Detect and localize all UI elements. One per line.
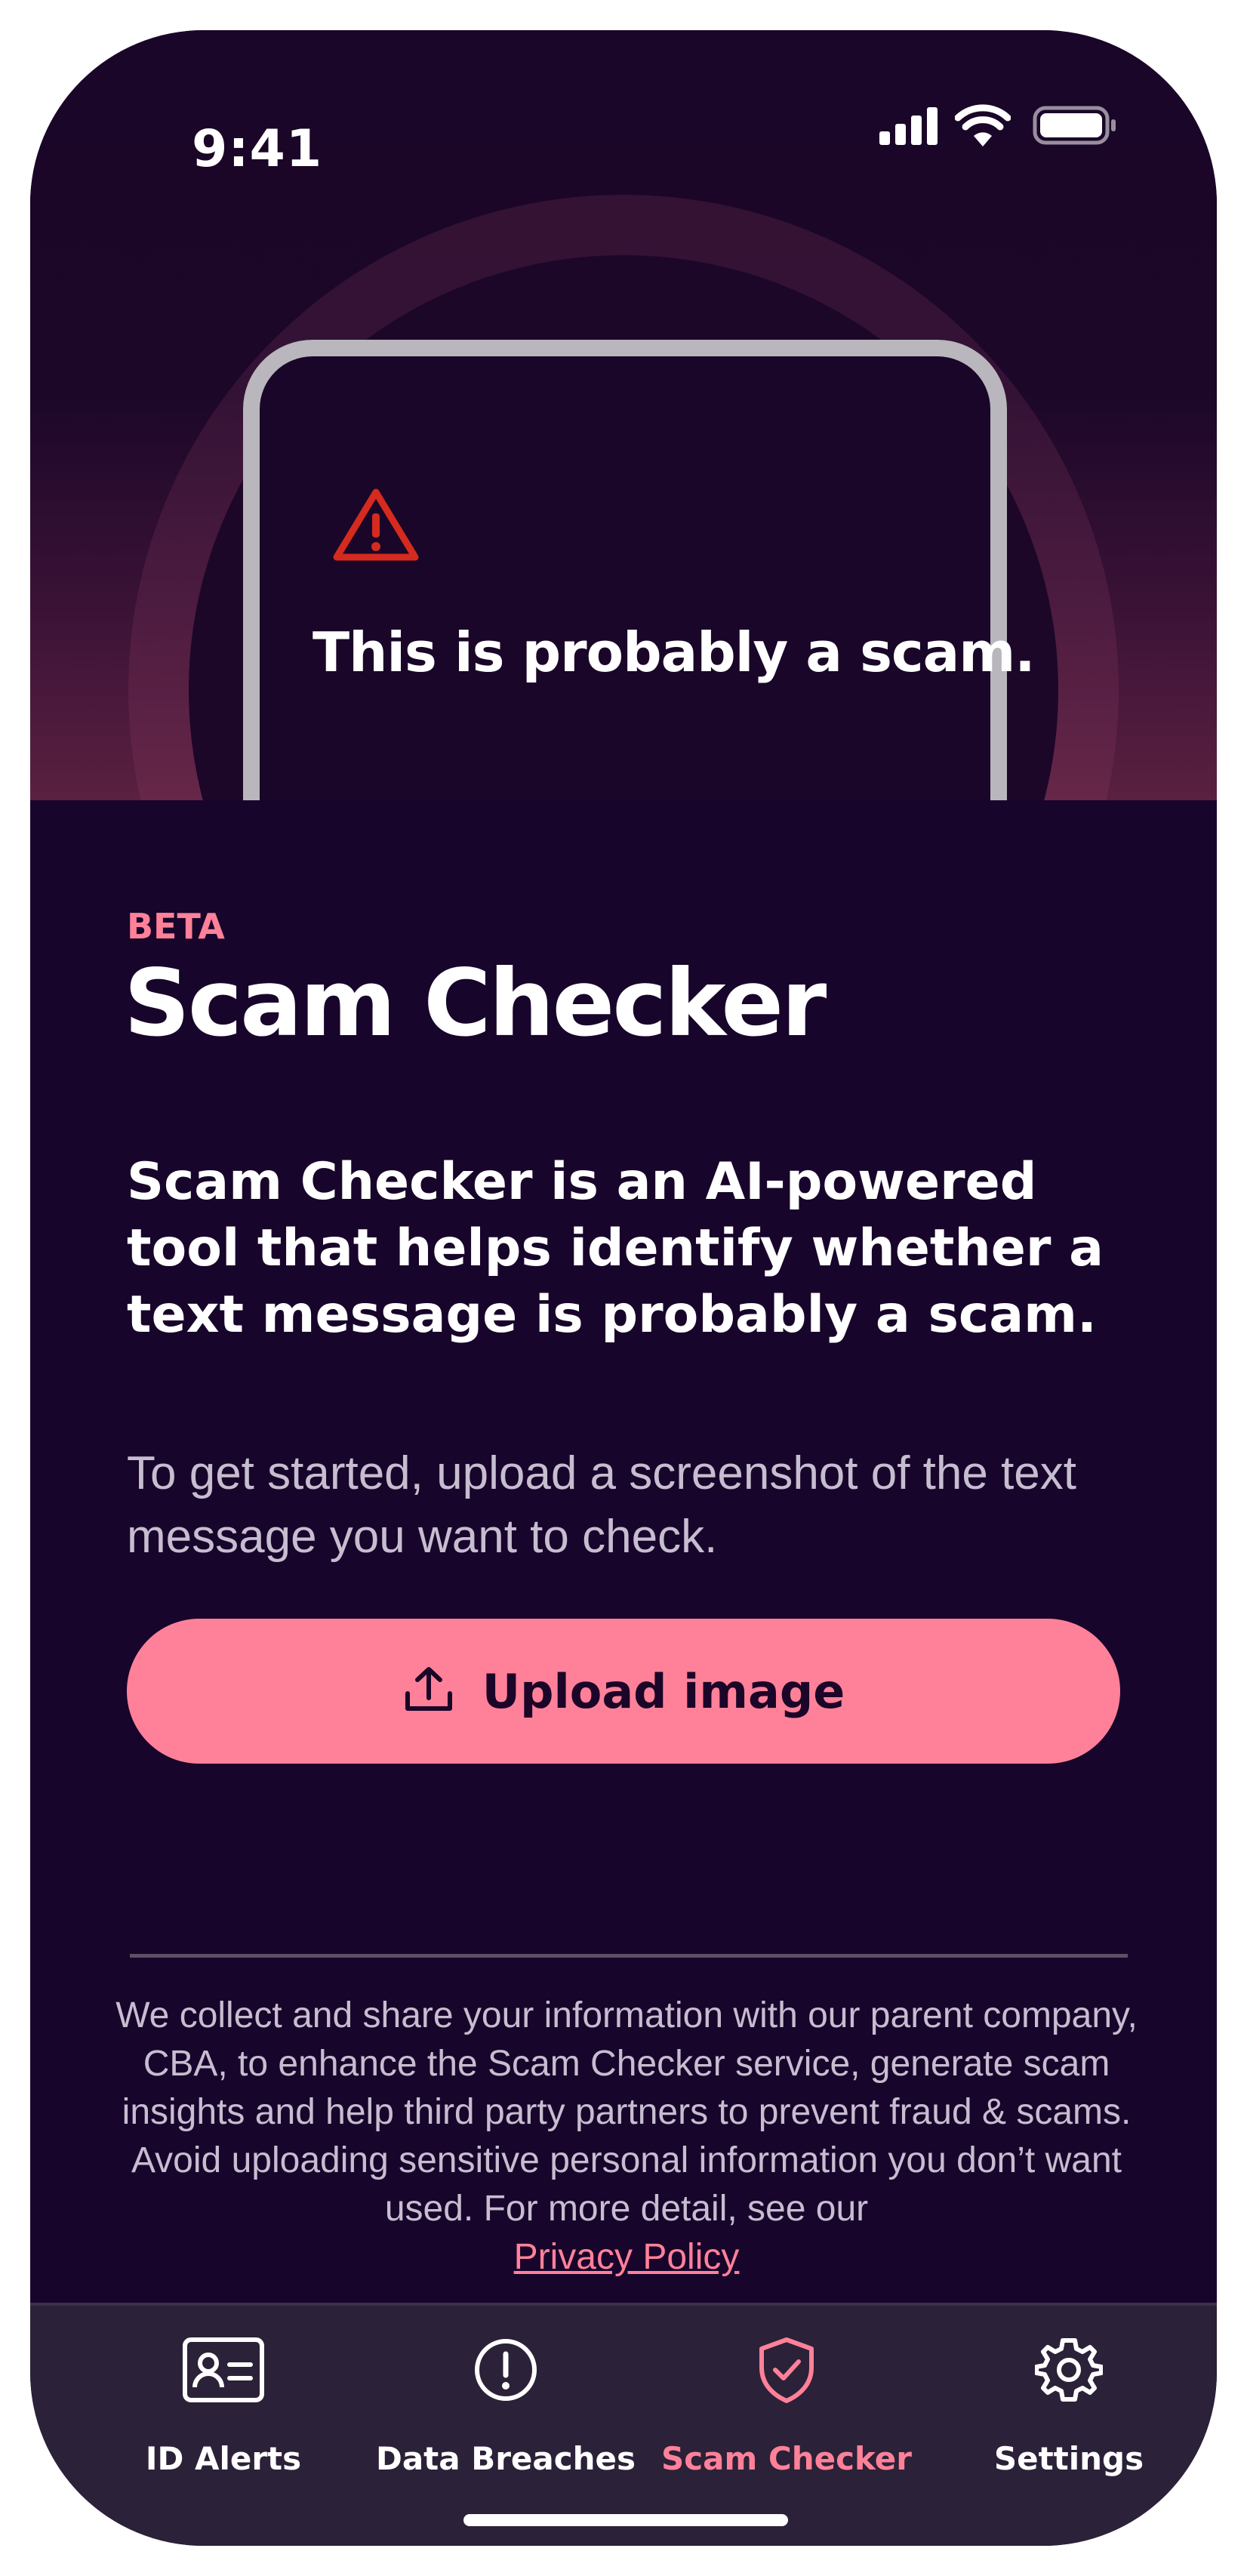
id-card-icon [181,2336,266,2408]
alert-circle-icon [472,2336,540,2408]
legal-notice: We collect and share your information wi… [113,1992,1140,2282]
tab-label: Scam Checker [661,2440,912,2477]
upload-icon [402,1665,455,1718]
tab-label: Settings [993,2440,1144,2477]
tab-label: ID Alerts [145,2440,302,2477]
scam-verdict-text: This is probably a scam. [313,621,1036,684]
divider [130,1954,1128,1958]
home-indicator[interactable] [463,2514,788,2526]
warning-icon [332,486,420,565]
tab-scam-checker[interactable]: Scam Checker [643,2306,930,2494]
wifi-icon [954,104,1011,150]
upload-button-label: Upload image [482,1663,845,1719]
legal-text: We collect and share your information wi… [115,1995,1138,2229]
status-time: 9:41 [192,119,323,179]
tab-data-breaches[interactable]: Data Breaches [362,2306,649,2494]
tab-label: Data Breaches [375,2440,636,2477]
instructions-text: To get started, upload a screenshot of t… [127,1447,1077,1563]
tab-id-alerts[interactable]: ID Alerts [80,2306,367,2494]
tab-bar: ID Alerts Data Breaches Scam Checker Set… [30,2303,1217,2546]
phone-screen: This is probably a scam. 9:41 BETA Scam … [30,30,1217,2546]
shield-check-icon [756,2336,817,2408]
page-title: Scam Checker [124,950,827,1057]
privacy-policy-link[interactable]: Privacy Policy [514,2237,740,2277]
cellular-signal-icon [879,107,940,149]
battery-icon [1033,106,1117,149]
beta-badge: BETA [127,906,225,947]
gear-icon [1034,2336,1104,2408]
mock-phone-frame: This is probably a scam. [243,340,1036,800]
feature-description: Scam Checker is an AI-powered tool that … [127,1152,1104,1345]
tab-settings[interactable]: Settings [925,2306,1212,2494]
status-bar: 9:41 [30,30,1217,179]
upload-image-button[interactable]: Upload image [127,1619,1120,1764]
